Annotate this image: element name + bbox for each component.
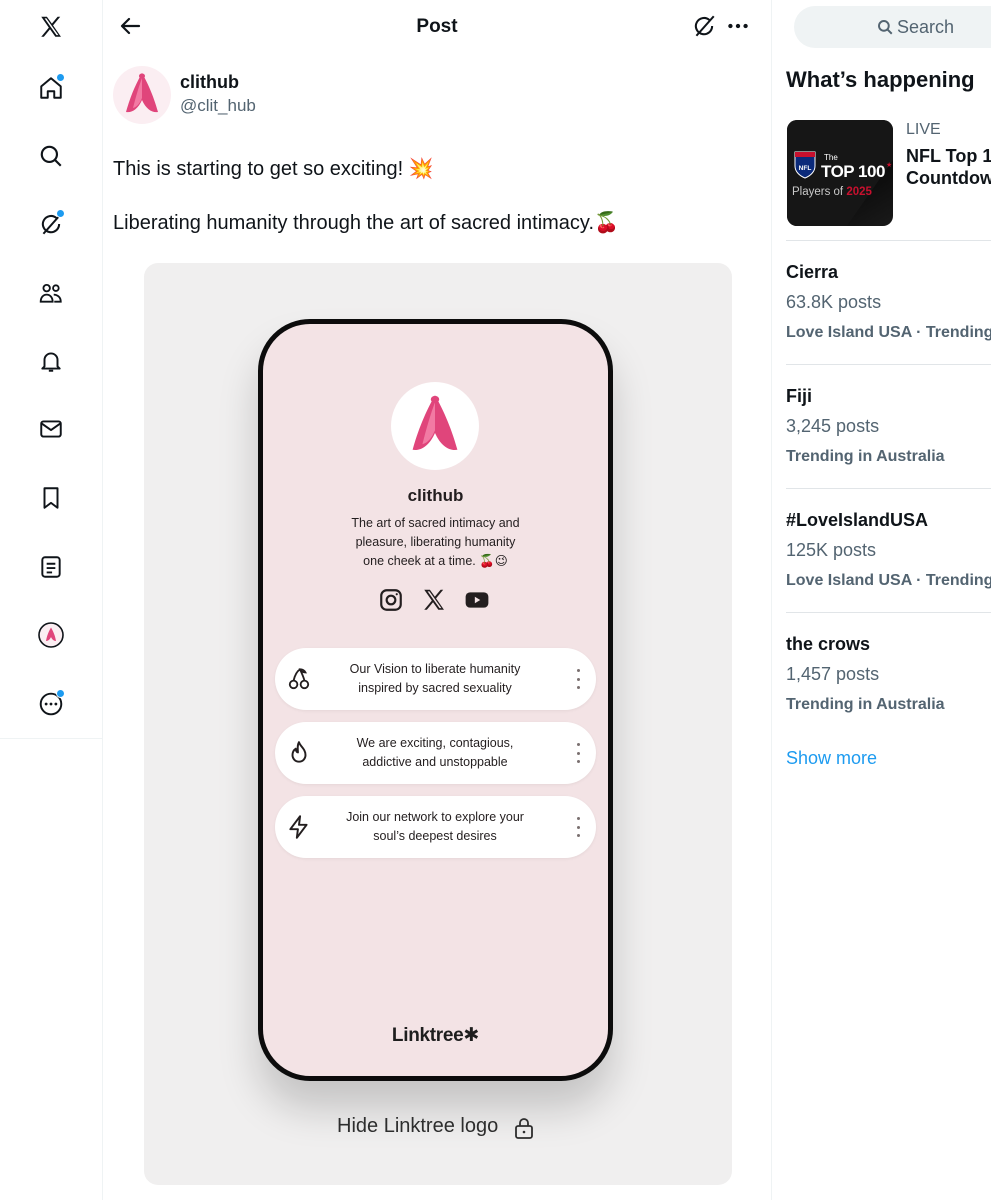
- profile-avatar-icon[interactable]: [26, 610, 76, 660]
- trend-name: Fiji: [786, 386, 812, 406]
- linktree-link-button: Our Vision to liberate humanity inspired…: [275, 648, 596, 710]
- hide-logo-label: Hide Linktree logo: [337, 1115, 499, 1137]
- right-sidebar: Search What’s happening NFL The TOP 100 …: [772, 0, 991, 1200]
- divider: [786, 364, 991, 365]
- trend-count: 63.8K posts: [786, 292, 882, 312]
- primary-navigation: [0, 0, 103, 739]
- x-logo-icon: [420, 586, 448, 614]
- link-line: addictive and unstoppable: [362, 755, 508, 769]
- divider: [786, 488, 991, 489]
- home-icon[interactable]: [26, 63, 76, 113]
- search-placeholder: Search: [897, 17, 955, 37]
- svg-text:Players of 2025: Players of 2025: [792, 186, 873, 198]
- author-handle[interactable]: @clit_hub: [180, 96, 256, 116]
- link-text: Join our network to explore your soul’s …: [331, 808, 539, 846]
- bio-line: The art of sacred intimacy and: [351, 516, 520, 530]
- trend-context: Love Island USA · Trending: [786, 572, 991, 589]
- search-input[interactable]: Search: [794, 6, 991, 48]
- trend-count: 1,457 posts: [786, 664, 880, 684]
- bio-line: pleasure, liberating humanity: [355, 535, 516, 549]
- instagram-icon: [377, 586, 405, 614]
- explore-search-icon[interactable]: [26, 131, 76, 181]
- live-event-title[interactable]: NFL Top 100 Countdown: [906, 145, 991, 189]
- more-vertical-icon: [574, 669, 582, 689]
- cherries-icon: [285, 665, 313, 693]
- author-name[interactable]: clithub: [180, 72, 239, 93]
- link-line: Our Vision to liberate humanity: [349, 662, 521, 676]
- svg-text:★: ★: [886, 161, 892, 169]
- link-line: inspired by sacred sexuality: [358, 681, 512, 695]
- nfl-top100-thumbnail[interactable]: NFL The TOP 100 ★ Players of 2025: [787, 120, 893, 226]
- linktree-link-button: We are exciting, contagious, addictive a…: [275, 722, 596, 784]
- post-media-image[interactable]: clithub The art of sacred intimacy and p…: [144, 263, 732, 1185]
- more-options-icon[interactable]: [26, 679, 76, 729]
- linktree-brand-logo: Linktree✱: [391, 1025, 480, 1046]
- link-text: Our Vision to liberate humanity inspired…: [331, 660, 539, 698]
- more-horizontal-icon[interactable]: [725, 13, 751, 39]
- phone-mockup: clithub The art of sacred intimacy and p…: [258, 319, 613, 1081]
- more-vertical-icon: [574, 743, 582, 763]
- grok-icon[interactable]: [691, 13, 717, 39]
- post-text-line-2: Liberating humanity through the art of s…: [113, 212, 619, 234]
- notification-dot: [56, 73, 65, 82]
- flame-icon: [285, 739, 313, 767]
- trend-name: #LoveIslandUSA: [786, 510, 929, 530]
- show-more-link[interactable]: Show more: [786, 748, 877, 769]
- live-title-line: NFL Top 100: [906, 146, 991, 166]
- x-logo-icon[interactable]: [26, 2, 76, 52]
- youtube-icon: [463, 586, 491, 614]
- nfl-top-line: The: [824, 153, 838, 162]
- post-detail-column: Post clithub @clit_hub This is starting …: [103, 0, 771, 1200]
- search-icon: [878, 20, 893, 35]
- notification-dot: [56, 209, 65, 218]
- post-text-line-1: This is starting to get so exciting! 💥: [113, 158, 434, 180]
- nfl-top-big: TOP 100: [821, 162, 885, 181]
- linktree-name: clithub: [407, 486, 464, 505]
- grok-icon[interactable]: [26, 199, 76, 249]
- linktree-bio: The art of sacred intimacy and pleasure,…: [323, 514, 548, 571]
- communities-icon[interactable]: [26, 268, 76, 318]
- author-avatar[interactable]: [113, 66, 171, 124]
- divider: [786, 240, 991, 241]
- trend-count: 125K posts: [786, 540, 877, 560]
- bookmarks-icon[interactable]: [26, 473, 76, 523]
- trend-context: Trending in Australia: [786, 448, 945, 465]
- notifications-bell-icon[interactable]: [26, 336, 76, 386]
- trend-count: 3,245 posts: [786, 416, 880, 436]
- linktree-avatar: [391, 382, 479, 470]
- live-label: LIVE: [906, 121, 941, 138]
- linktree-link-button: Join our network to explore your soul’s …: [275, 796, 596, 858]
- notification-dot: [56, 689, 65, 698]
- messages-envelope-icon[interactable]: [26, 404, 76, 454]
- trend-context: Love Island USA · Trending: [786, 324, 991, 341]
- lists-icon[interactable]: [26, 542, 76, 592]
- link-line: Join our network to explore your: [346, 810, 524, 824]
- trend-context: Trending in Australia: [786, 696, 945, 713]
- page-title: Post: [416, 16, 458, 37]
- trend-name: Cierra: [786, 262, 839, 282]
- live-title-line: Countdown: [906, 168, 991, 188]
- more-vertical-icon: [574, 817, 582, 837]
- whats-happening-title: What’s happening: [786, 67, 975, 92]
- link-line: We are exciting, contagious,: [356, 736, 514, 750]
- divider: [786, 612, 991, 613]
- trend-name: the crows: [786, 634, 871, 654]
- lock-icon: [513, 1116, 535, 1140]
- nfl-logo-text: NFL: [799, 165, 812, 172]
- nfl-players-year: 2025: [846, 186, 872, 198]
- bio-line: one cheek at a time. 🍒😉: [363, 554, 508, 568]
- link-text: We are exciting, contagious, addictive a…: [331, 734, 539, 772]
- lightning-icon: [285, 813, 313, 841]
- link-line: soul’s deepest desires: [373, 829, 497, 843]
- nfl-players-prefix: Players of: [792, 186, 846, 198]
